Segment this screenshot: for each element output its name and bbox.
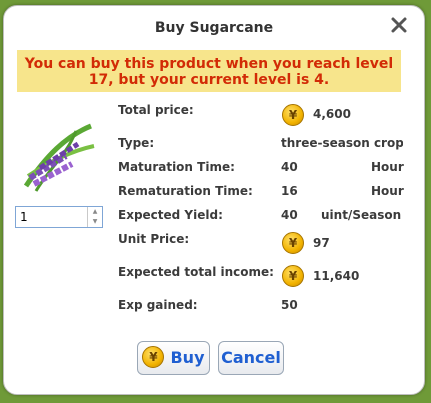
cancel-button[interactable]: Cancel <box>218 341 284 375</box>
buy-button[interactable]: ¥ Buy <box>137 341 210 375</box>
exp-value: 50 <box>281 298 298 312</box>
unit-price-label: Unit Price: <box>118 232 190 246</box>
chevron-down-icon[interactable]: ▼ <box>88 217 102 227</box>
yield-label: Expected Yield: <box>118 208 223 222</box>
type-value: three-season crop <box>281 136 403 150</box>
type-label: Type: <box>118 136 155 150</box>
coin-icon: ¥ <box>282 232 304 254</box>
close-icon[interactable] <box>390 16 408 34</box>
total-price-label: Total price: <box>118 103 194 117</box>
maturation-value: 40 <box>281 160 298 174</box>
unit-price-value: 97 <box>313 236 330 250</box>
rematuration-value: 16 <box>281 184 298 198</box>
coin-icon: ¥ <box>282 104 304 126</box>
quantity-stepper[interactable]: ▲ ▼ <box>15 206 103 228</box>
income-value: 11,640 <box>313 269 360 283</box>
buy-button-label: Buy <box>170 348 205 367</box>
exp-label: Exp gained: <box>118 298 198 312</box>
coin-icon: ¥ <box>142 345 165 368</box>
coin-icon: ¥ <box>282 265 304 287</box>
spin-buttons[interactable]: ▲ ▼ <box>87 207 102 227</box>
yield-unit: uint/Season <box>321 208 402 222</box>
level-warning: You can buy this product when you reach … <box>17 50 401 92</box>
rematuration-unit: Hour <box>371 184 404 198</box>
cancel-button-label: Cancel <box>221 348 281 367</box>
quantity-input[interactable] <box>16 207 86 227</box>
rematuration-label: Rematuration Time: <box>118 184 253 198</box>
yield-value: 40 <box>281 208 298 222</box>
maturation-label: Maturation Time: <box>118 160 235 174</box>
maturation-unit: Hour <box>371 160 404 174</box>
chevron-up-icon[interactable]: ▲ <box>88 207 102 217</box>
type-value-clip: three-season crop <box>281 136 403 150</box>
income-label: Expected total income: <box>118 265 274 279</box>
buy-dialog: Buy Sugarcane You can buy this product w… <box>3 5 425 395</box>
total-price-value: 4,600 <box>313 107 351 121</box>
dialog-title: Buy Sugarcane <box>154 20 274 36</box>
sugarcane-image <box>16 116 96 196</box>
